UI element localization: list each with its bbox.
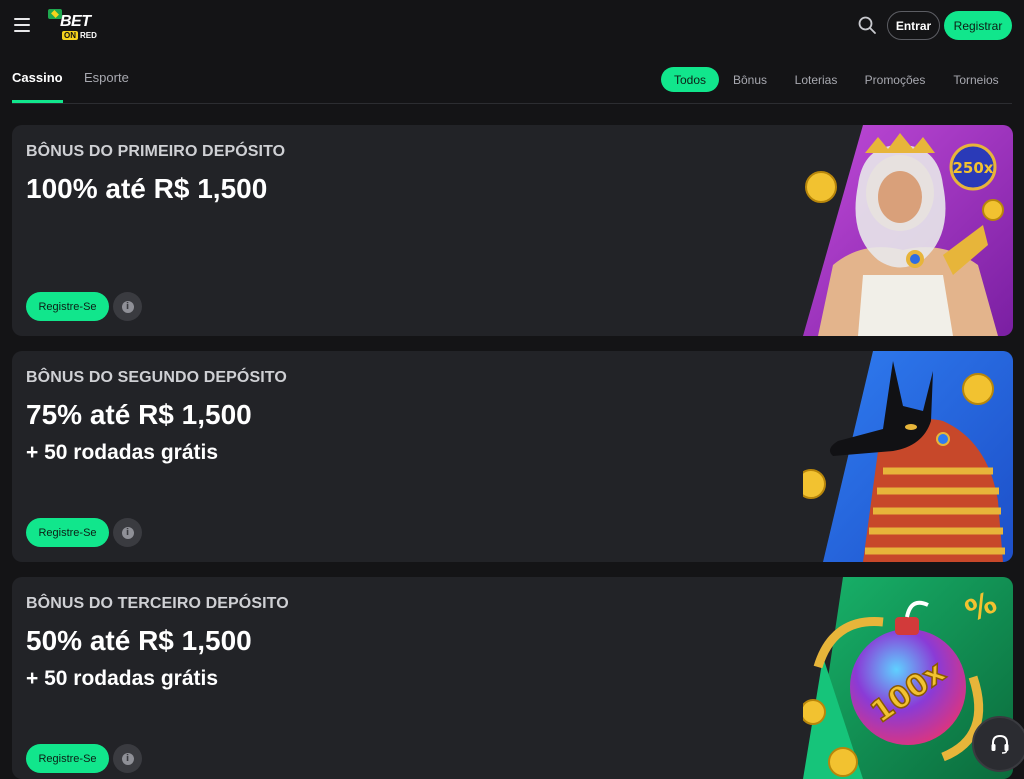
logo-bet-text: BET — [60, 13, 91, 30]
support-headset-icon[interactable] — [972, 716, 1024, 772]
promo-amount: 75% até R$ 1,500 — [26, 399, 252, 430]
info-icon[interactable]: i — [113, 744, 142, 773]
promo-register-button[interactable]: Registre-Se — [26, 744, 109, 773]
filter-promocoes[interactable]: Promoções — [858, 67, 932, 92]
register-button[interactable]: Registrar — [944, 11, 1012, 40]
promo-free-spins: + 50 rodadas grátis — [26, 441, 219, 464]
promo-free-spins: + 50 rodadas grátis — [26, 667, 219, 690]
filter-bonus[interactable]: Bônus — [726, 67, 774, 92]
tab-esporte[interactable]: Esporte — [84, 70, 129, 85]
tab-cassino[interactable]: Cassino — [12, 70, 63, 85]
zeus-illustration: 250x — [803, 125, 1013, 336]
active-tab-indicator — [12, 100, 63, 103]
betonred-logo[interactable]: BET ON RED — [48, 9, 98, 43]
search-icon[interactable] — [857, 15, 877, 35]
filter-loterias[interactable]: Loterias — [788, 67, 844, 92]
promo-card-first-deposit: BÔNUS DO PRIMEIRO DEPÓSITO 100% até R$ 1… — [12, 125, 1013, 336]
anubis-illustration — [796, 351, 1013, 562]
hamburger-menu-icon[interactable] — [14, 16, 34, 34]
info-icon[interactable]: i — [113, 292, 142, 321]
promo-card-second-deposit: BÔNUS DO SEGUNDO DEPÓSITO 75% até R$ 1,5… — [12, 351, 1013, 562]
multiplier-badge: 250x — [953, 159, 994, 177]
promo-amount: 50% até R$ 1,500 — [26, 625, 252, 656]
filter-todos[interactable]: Todos — [661, 67, 719, 92]
login-button[interactable]: Entrar — [887, 11, 940, 40]
promo-title: BÔNUS DO PRIMEIRO DEPÓSITO — [26, 143, 286, 160]
top-header: BET ON RED Entrar Registrar — [0, 0, 1024, 52]
logo-onred-text: ON RED — [62, 31, 97, 40]
promo-title: BÔNUS DO TERCEIRO DEPÓSITO — [26, 595, 289, 612]
promo-register-button[interactable]: Registre-Se — [26, 518, 109, 547]
category-tabs: Cassino Esporte Todos Bônus Loterias Pro… — [12, 60, 1012, 104]
filter-torneios[interactable]: Torneios — [946, 67, 1006, 92]
promo-title: BÔNUS DO SEGUNDO DEPÓSITO — [26, 369, 287, 386]
promo-register-button[interactable]: Registre-Se — [26, 292, 109, 321]
promo-card-third-deposit: BÔNUS DO TERCEIRO DEPÓSITO 50% até R$ 1,… — [12, 577, 1013, 779]
info-icon[interactable]: i — [113, 518, 142, 547]
promo-amount: 100% até R$ 1,500 — [26, 173, 268, 204]
